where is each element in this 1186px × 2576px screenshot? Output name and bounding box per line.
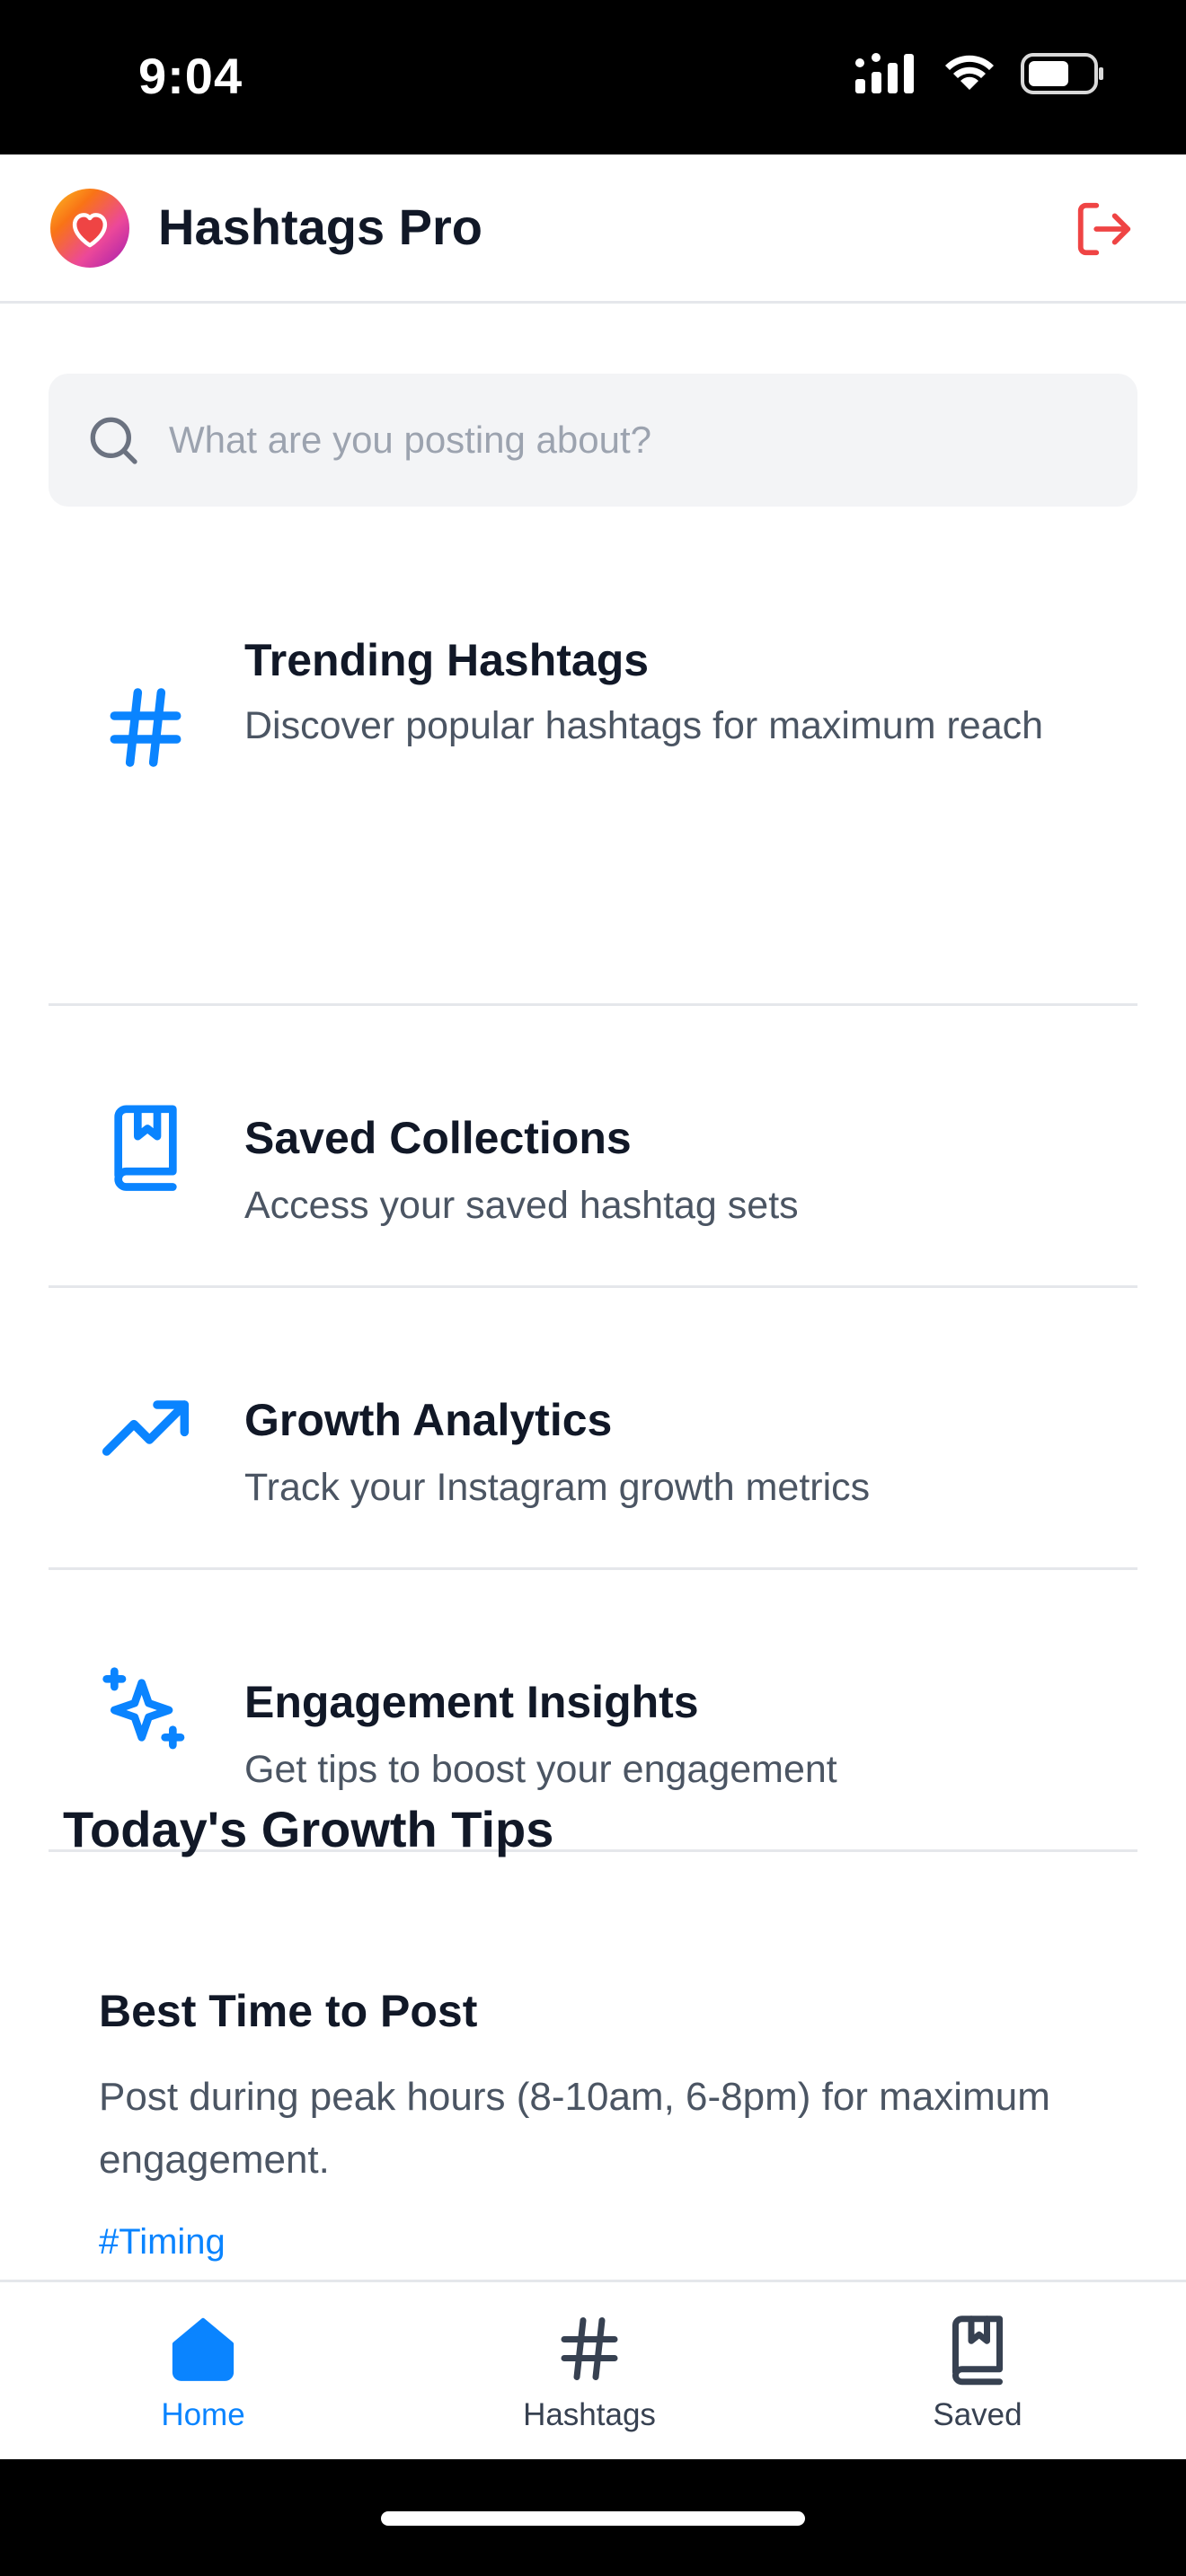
hashtag-icon bbox=[561, 2317, 618, 2380]
status-icons bbox=[855, 52, 1105, 95]
feature-description: Track your Instagram growth metrics bbox=[244, 1466, 871, 1509]
logout-icon bbox=[1077, 202, 1131, 256]
logout-button[interactable] bbox=[1073, 198, 1136, 260]
feature-description: Access your saved hashtag sets bbox=[244, 1184, 799, 1227]
tips-section-title: Today's Growth Tips bbox=[63, 1801, 554, 1857]
tab-home[interactable]: Home bbox=[68, 2282, 338, 2459]
app-title: Hashtags Pro bbox=[158, 198, 482, 255]
tab-label: Hashtags bbox=[523, 2397, 656, 2432]
feature-title: Growth Analytics bbox=[244, 1395, 613, 1445]
battery-icon bbox=[1021, 53, 1103, 94]
bookmark-book-icon bbox=[952, 2316, 1003, 2386]
status-time: 9:04 bbox=[138, 48, 243, 104]
tip-title: Best Time to Post bbox=[99, 1986, 478, 2036]
tab-label: Home bbox=[161, 2397, 245, 2432]
home-indicator-area bbox=[0, 2459, 1186, 2576]
signal-bars-icon bbox=[855, 53, 914, 93]
tab-label: Saved bbox=[933, 2397, 1022, 2432]
tab-hashtags[interactable]: Hashtags bbox=[455, 2282, 724, 2459]
home-icon bbox=[172, 2317, 235, 2381]
phone-screen: 9:04 Hashtags Pro What are you posting a… bbox=[0, 0, 1186, 2576]
search-bar[interactable] bbox=[49, 374, 1137, 507]
search-input[interactable] bbox=[169, 406, 1103, 474]
tip-tag[interactable]: #Timing bbox=[99, 2222, 226, 2263]
feature-trending-hashtags[interactable]: Trending Hashtags Discover popular hasht… bbox=[49, 560, 1137, 1006]
feature-title: Engagement Insights bbox=[244, 1677, 699, 1727]
search-icon bbox=[90, 417, 137, 464]
feature-description: Discover popular hashtags for maximum re… bbox=[244, 704, 1044, 747]
feature-growth-analytics[interactable]: Growth Analytics Track your Instagram gr… bbox=[49, 1288, 1137, 1570]
app-logo bbox=[50, 189, 129, 268]
tab-bar: Home Hashtags Saved bbox=[0, 2280, 1186, 2459]
heart-icon bbox=[72, 213, 108, 248]
feature-title: Saved Collections bbox=[244, 1113, 632, 1163]
feature-description: Get tips to boost your engagement bbox=[244, 1748, 837, 1791]
home-indicator[interactable] bbox=[381, 2511, 805, 2526]
tab-saved[interactable]: Saved bbox=[843, 2282, 1112, 2459]
hashtag-icon bbox=[110, 688, 181, 767]
app-header: Hashtags Pro bbox=[0, 154, 1186, 304]
trending-up-icon bbox=[102, 1400, 190, 1456]
wifi-icon bbox=[945, 55, 994, 90]
app-content: Hashtags Pro What are you posting about?… bbox=[0, 154, 1186, 2459]
feature-saved-collections[interactable]: Saved Collections Access your saved hash… bbox=[49, 1006, 1137, 1288]
bookmark-book-icon bbox=[114, 1105, 177, 1191]
sparkles-icon bbox=[102, 1667, 185, 1750]
feature-title: Trending Hashtags bbox=[244, 635, 650, 685]
status-bar: 9:04 bbox=[0, 0, 1186, 154]
tip-body: Post during peak hours (8-10am, 6-8pm) f… bbox=[99, 2075, 1050, 2182]
